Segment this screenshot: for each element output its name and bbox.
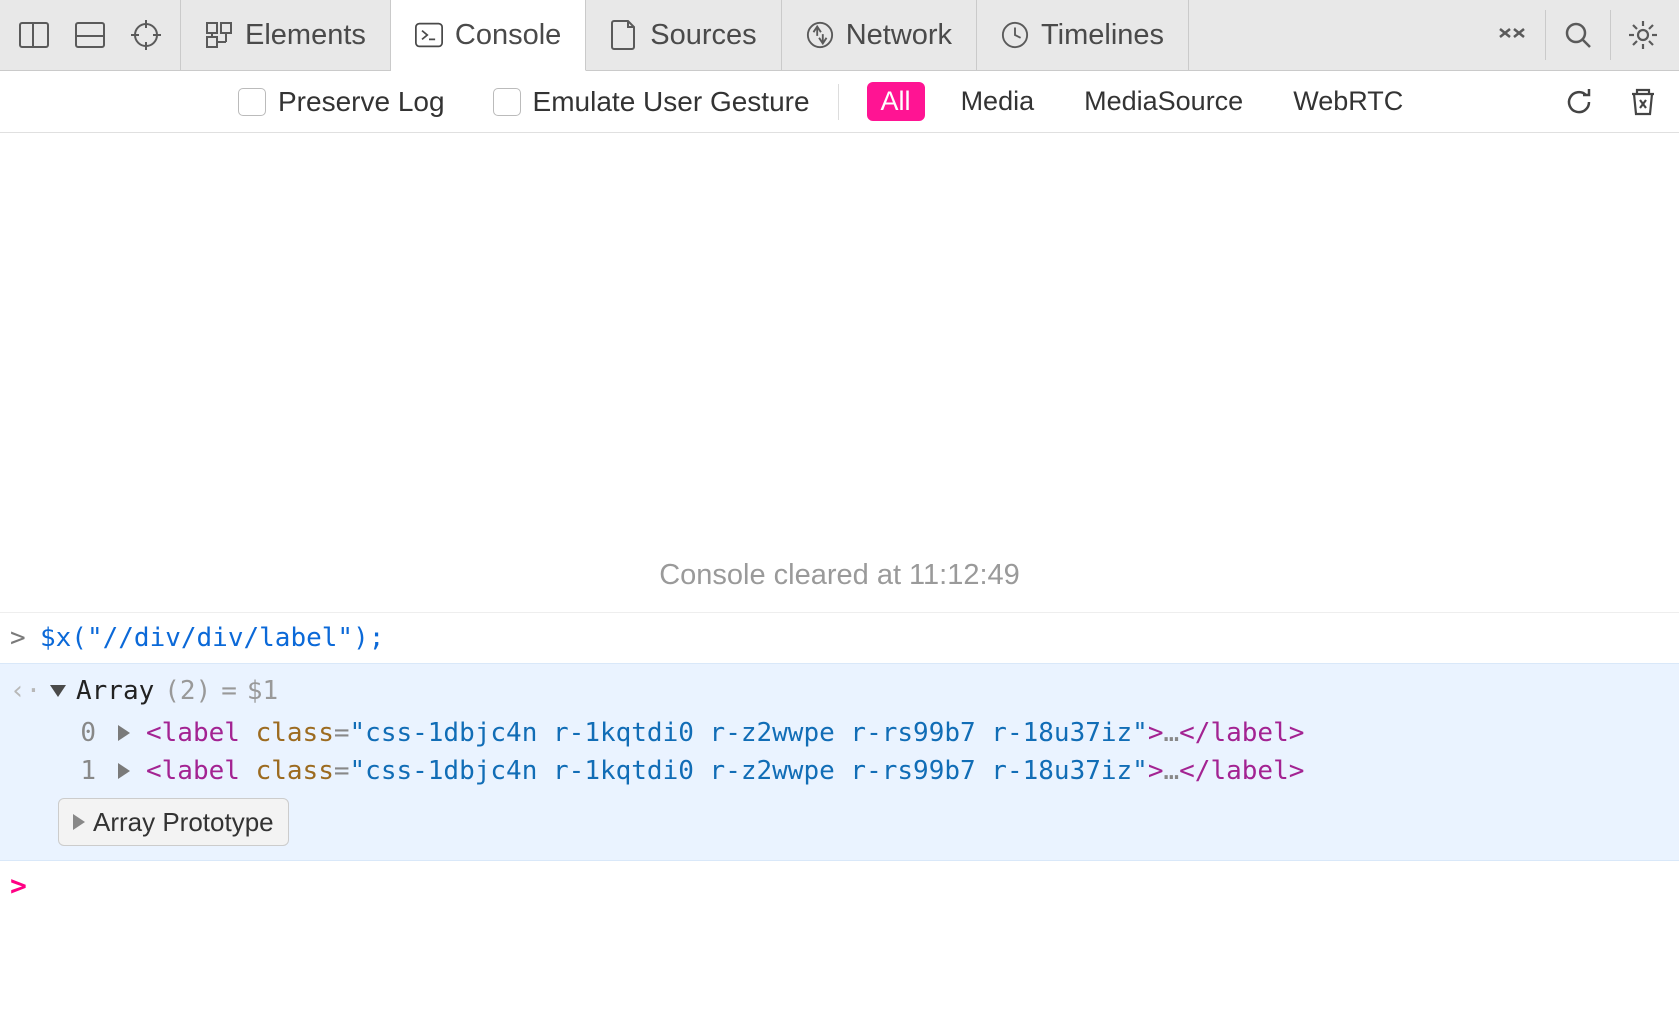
network-icon [806, 21, 834, 49]
console-rows: > $x("//div/div/label"); ‹· Array (2) = … [0, 613, 1679, 910]
console-body: Console cleared at 11:12:49 > $x("//div/… [0, 133, 1679, 1025]
sources-icon [610, 21, 638, 49]
search-icon[interactable] [1552, 9, 1604, 61]
checkbox-icon [493, 88, 521, 116]
scope-media[interactable]: Media [947, 82, 1049, 121]
preserve-log-label: Preserve Log [278, 86, 445, 118]
filter-divider [838, 84, 839, 120]
disclosure-down-icon[interactable] [50, 685, 66, 697]
array-item-1[interactable]: 1 <label class="css-1dbjc4n r-1kqtdi0 r-… [10, 752, 1669, 790]
checkbox-icon [238, 88, 266, 116]
toolbar-divider [1545, 10, 1546, 60]
scope-mediasource[interactable]: MediaSource [1070, 82, 1257, 121]
console-live-prompt[interactable]: > [0, 861, 1679, 910]
result-prompt-icon: ‹· [10, 672, 40, 710]
preserve-log-toggle[interactable]: Preserve Log [238, 86, 445, 118]
dock-side-icon[interactable] [8, 9, 60, 61]
tab-label: Network [846, 19, 952, 52]
disclosure-right-icon[interactable] [118, 763, 130, 779]
array-count: (2) [164, 672, 211, 710]
toolbar-divider [1610, 10, 1611, 60]
console-icon [415, 21, 443, 49]
console-result-row: ‹· Array (2) = $1 0 <label class="css-1d… [0, 663, 1679, 861]
live-prompt-icon: > [10, 869, 27, 902]
emulate-gesture-toggle[interactable]: Emulate User Gesture [493, 86, 810, 118]
array-item-0[interactable]: 0 <label class="css-1dbjc4n r-1kqtdi0 r-… [10, 714, 1669, 752]
console-cleared-message: Console cleared at 11:12:49 [0, 133, 1679, 613]
equals-sign: = [221, 672, 237, 710]
clear-console-icon[interactable] [1623, 82, 1663, 122]
overflow-icon[interactable] [1487, 9, 1539, 61]
timelines-icon [1001, 21, 1029, 49]
tab-timelines[interactable]: Timelines [977, 0, 1189, 70]
toolbar-right [1477, 0, 1679, 70]
elements-icon [205, 21, 233, 49]
devtools-toolbar: Elements Console Sources Network Timelin… [0, 0, 1679, 71]
console-filter-bar: Preserve Log Emulate User Gesture All Me… [0, 71, 1679, 133]
inspect-icon[interactable] [120, 9, 172, 61]
emulate-gesture-label: Emulate User Gesture [533, 86, 810, 118]
tab-strip: Elements Console Sources Network Timelin… [181, 0, 1477, 70]
dock-bottom-icon[interactable] [64, 9, 116, 61]
tab-elements[interactable]: Elements [181, 0, 391, 70]
dock-controls [0, 0, 180, 70]
tab-label: Elements [245, 19, 366, 52]
tab-label: Sources [650, 19, 756, 52]
array-index: 1 [72, 752, 96, 790]
tab-console[interactable]: Console [391, 0, 586, 71]
scope-webrtc[interactable]: WebRTC [1279, 82, 1417, 121]
input-prompt-icon: > [10, 619, 40, 657]
array-index: 0 [72, 714, 96, 752]
tab-label: Timelines [1041, 19, 1164, 52]
scope-all[interactable]: All [867, 82, 925, 121]
reload-icon[interactable] [1559, 82, 1599, 122]
console-command[interactable]: $x("//div/div/label"); [40, 619, 384, 657]
tab-sources[interactable]: Sources [586, 0, 781, 70]
tab-network[interactable]: Network [782, 0, 977, 70]
tab-label: Console [455, 19, 561, 52]
disclosure-right-icon [73, 814, 85, 830]
array-prototype-chip[interactable]: Array Prototype [58, 798, 289, 846]
proto-label: Array Prototype [93, 803, 274, 841]
gear-icon[interactable] [1617, 9, 1669, 61]
array-label[interactable]: Array [76, 672, 154, 710]
console-input-row: > $x("//div/div/label"); [0, 613, 1679, 663]
disclosure-right-icon[interactable] [118, 725, 130, 741]
dollar-var: $1 [247, 672, 278, 710]
